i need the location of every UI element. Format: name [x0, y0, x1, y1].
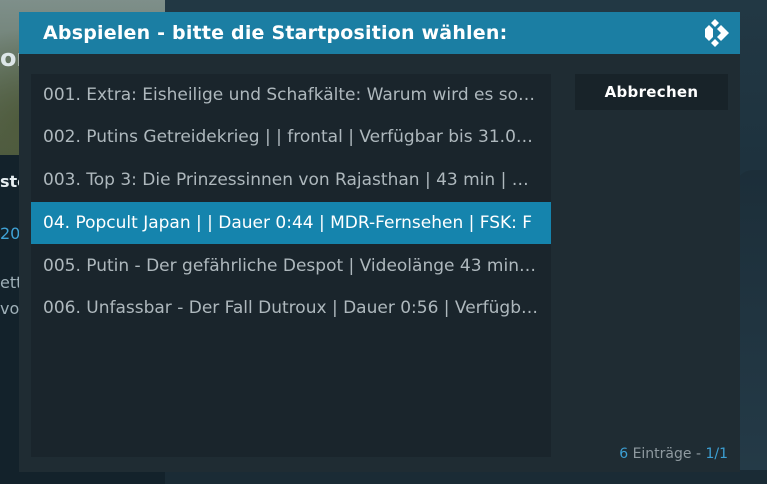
- dialog-title: Abspielen - bitte die Startposition wähl…: [43, 22, 508, 44]
- kodi-logo-icon: [705, 19, 729, 47]
- list-item[interactable]: 001. Extra: Eisheilige und Schafkälte: W…: [31, 74, 551, 116]
- cancel-button[interactable]: Abbrechen: [575, 74, 728, 110]
- screen: or ste 20 ett vor Abspielen - bitte die …: [0, 0, 767, 484]
- list-item[interactable]: 003. Top 3: Die Prinzessinnen von Rajast…: [31, 159, 551, 201]
- dialog-header: Abspielen - bitte die Startposition wähl…: [19, 12, 740, 54]
- list-item[interactable]: 006. Unfassbar - Der Fall Dutroux | Daue…: [31, 287, 551, 329]
- background-text-line: 20: [0, 224, 21, 243]
- list-item[interactable]: 005. Putin - Der gefährliche Despot | Vi…: [31, 245, 551, 287]
- select-start-position-dialog: Abspielen - bitte die Startposition wähl…: [19, 12, 740, 472]
- item-count-label: Einträge -: [628, 446, 706, 462]
- item-count-number: 6: [619, 446, 629, 462]
- list-item-selected[interactable]: 04. Popcult Japan | | Dauer 0:44 | MDR-F…: [31, 202, 551, 244]
- start-position-list: 001. Extra: Eisheilige und Schafkälte: W…: [31, 74, 551, 457]
- page-indicator: 1/1: [705, 446, 728, 462]
- list-item[interactable]: 002. Putins Getreidekrieg | | frontal | …: [31, 116, 551, 158]
- item-count: 6 Einträge - 1/1: [619, 446, 728, 462]
